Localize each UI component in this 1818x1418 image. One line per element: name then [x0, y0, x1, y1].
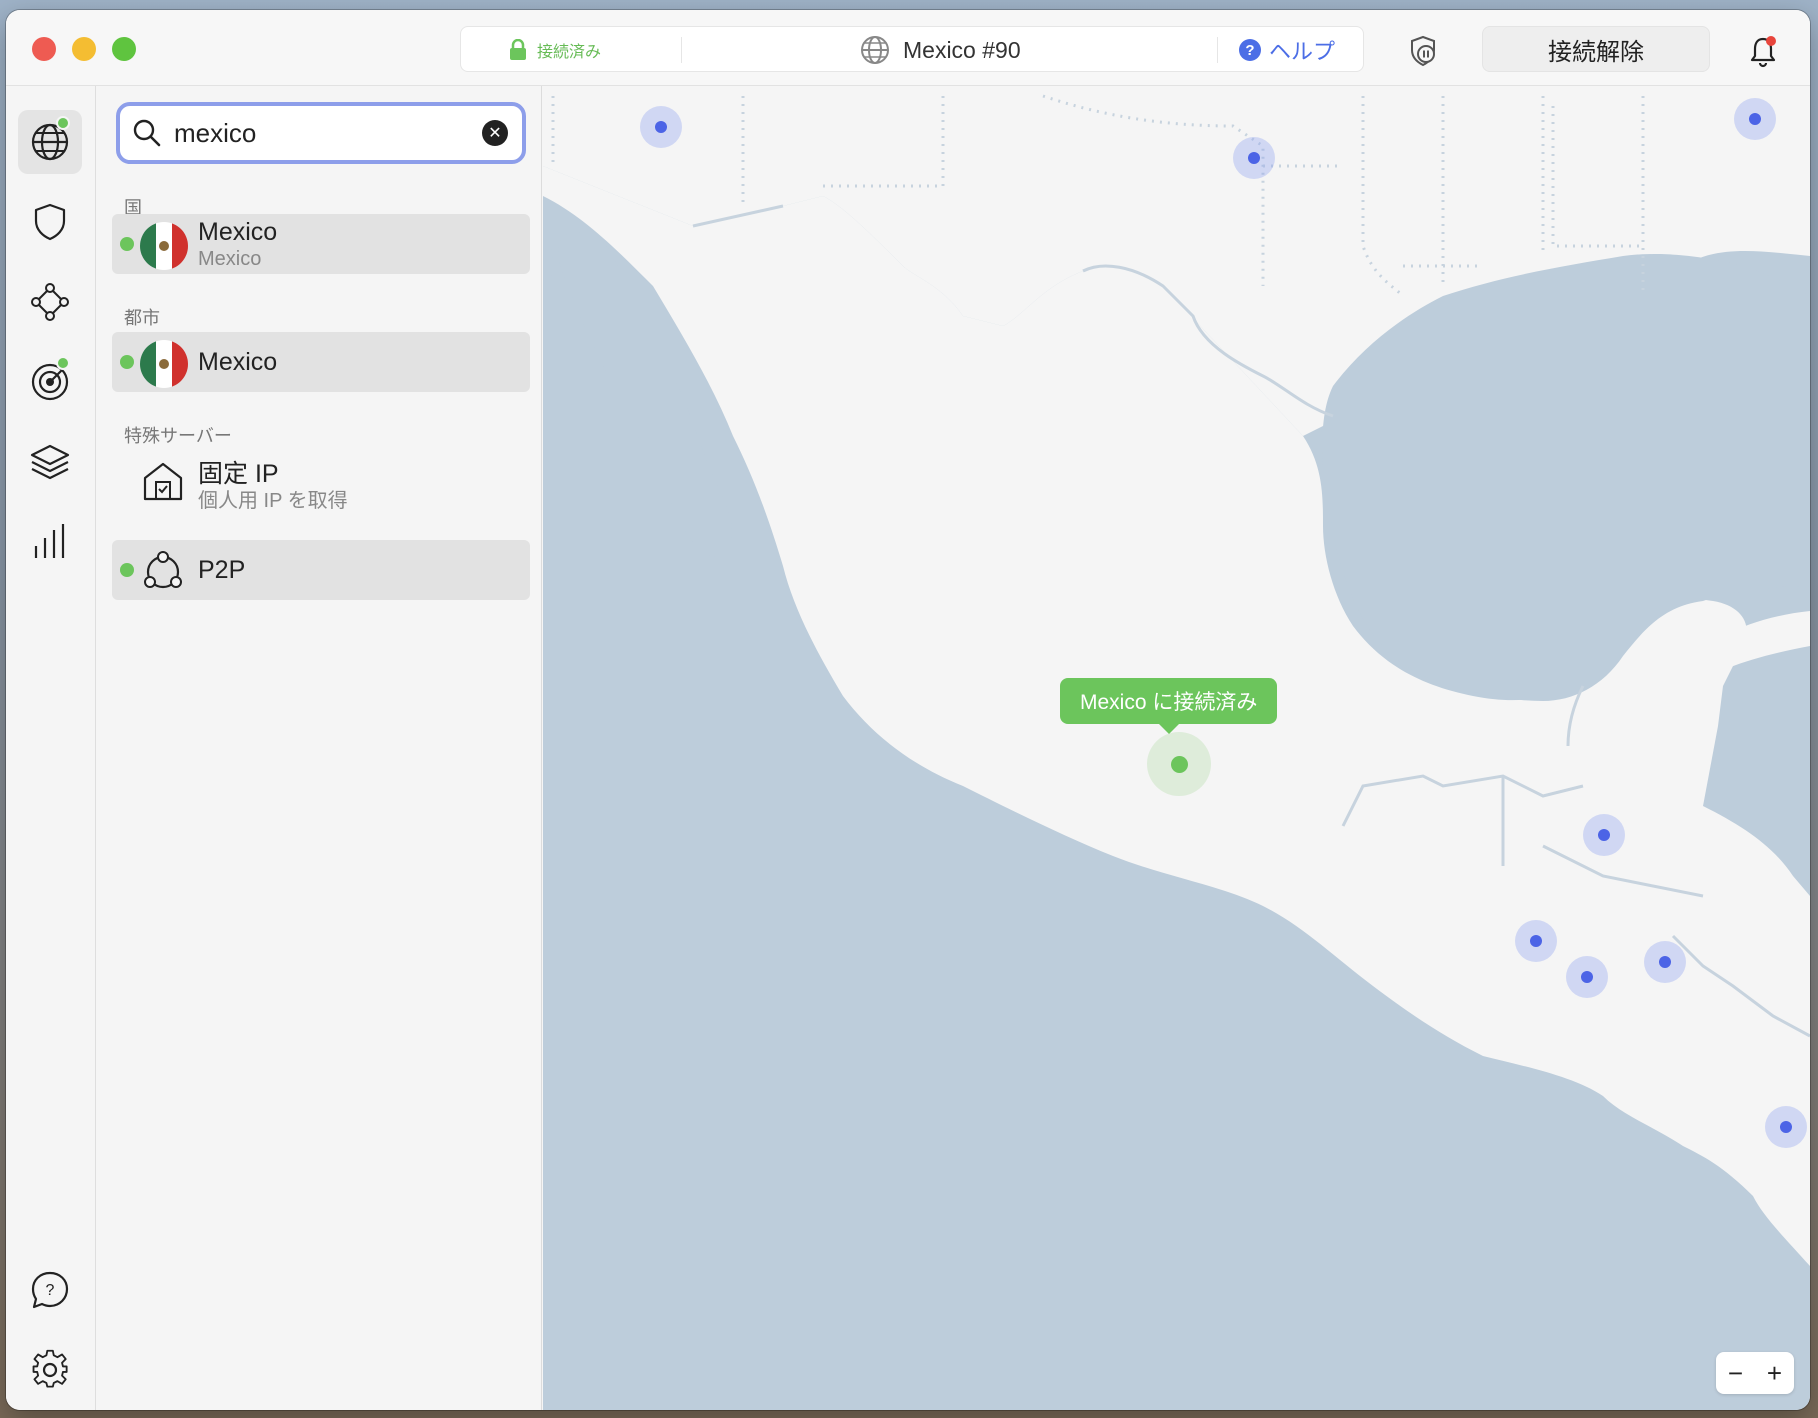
world-map[interactable]: Mexico に接続済み − + — [543, 86, 1810, 1410]
nav-meshnet[interactable] — [18, 270, 82, 334]
online-status-dot — [120, 237, 134, 251]
current-server[interactable]: Mexico #90 — [859, 27, 1021, 73]
country-subtitle: Mexico — [198, 248, 262, 270]
clear-search-icon[interactable]: ✕ — [482, 120, 508, 146]
lock-icon — [510, 39, 526, 60]
server-marker[interactable] — [1233, 137, 1275, 179]
online-status-dot — [120, 355, 134, 369]
globe-icon — [861, 36, 889, 64]
server-marker[interactable] — [1644, 941, 1686, 983]
server-marker[interactable] — [640, 106, 682, 148]
search-icon — [133, 119, 161, 147]
server-name-label: Mexico #90 — [903, 36, 1021, 63]
connection-status-bar: 接続済み Mexico #90 ? ヘルプ — [460, 26, 1364, 72]
server-list-panel: ✕ 国 Mexico Mexico 都市 — [96, 86, 542, 1410]
divider — [681, 37, 682, 63]
search-field[interactable]: ✕ — [116, 102, 526, 164]
country-row-mexico[interactable]: Mexico Mexico — [112, 214, 530, 274]
online-badge — [56, 356, 70, 370]
minimize-window-button[interactable] — [72, 37, 96, 61]
navigation-rail: ? — [6, 86, 96, 1410]
nav-support[interactable]: ? — [18, 1258, 82, 1322]
p2p-title: P2P — [198, 556, 246, 584]
section-city-label: 都市 — [124, 308, 160, 328]
mexico-flag-icon — [140, 222, 188, 270]
app-window: 接続済み Mexico #90 ? ヘルプ 接続解除 ? mexico ✕ 国 … — [6, 10, 1810, 1410]
zoom-in-button[interactable]: + — [1767, 1358, 1782, 1389]
connection-status: 接続済み — [509, 27, 601, 73]
mexico-flag-icon — [140, 340, 188, 388]
section-special-label: 特殊サーバー — [124, 426, 232, 446]
help-chat-icon: ? — [31, 1271, 69, 1309]
server-marker[interactable] — [1515, 920, 1557, 962]
nav-shield[interactable] — [18, 190, 82, 254]
city-row-mexico[interactable]: Mexico — [112, 332, 530, 392]
dedicated-ip-subtitle: 個人用 IP を取得 — [198, 490, 348, 512]
layers-icon — [30, 444, 70, 480]
p2p-row[interactable]: P2P — [112, 540, 530, 600]
bell-icon[interactable] — [1748, 34, 1778, 68]
help-circle-icon: ? — [1239, 39, 1261, 61]
nav-globe[interactable] — [18, 110, 82, 174]
zoom-window-button[interactable] — [112, 37, 136, 61]
nav-statistics[interactable] — [18, 510, 82, 574]
house-icon — [143, 462, 183, 501]
meshnet-icon — [31, 283, 69, 321]
title-bar: 接続済み Mexico #90 ? ヘルプ 接続解除 — [6, 10, 1810, 86]
server-marker[interactable] — [1583, 814, 1625, 856]
divider — [1217, 37, 1218, 63]
help-link[interactable]: ? ヘルプ — [1239, 27, 1335, 73]
help-label: ヘルプ — [1269, 39, 1336, 64]
city-title: Mexico — [198, 348, 278, 376]
p2p-icon — [144, 551, 182, 589]
server-marker[interactable] — [1566, 956, 1608, 998]
zoom-out-button[interactable]: − — [1728, 1358, 1743, 1389]
country-title: Mexico — [198, 218, 278, 246]
nav-settings[interactable] — [18, 1338, 82, 1402]
svg-text:?: ? — [46, 1282, 55, 1299]
gear-icon — [32, 1349, 68, 1388]
disconnect-button[interactable]: 接続解除 — [1482, 26, 1710, 72]
nav-layers[interactable] — [18, 430, 82, 494]
server-marker[interactable] — [1734, 98, 1776, 140]
connected-tooltip: Mexico に接続済み — [1060, 678, 1278, 734]
shield-icon — [34, 203, 66, 241]
server-marker[interactable] — [1765, 1106, 1807, 1148]
pause-shield-icon[interactable] — [1406, 34, 1440, 68]
online-badge — [56, 116, 70, 130]
connection-status-label: 接続済み — [537, 44, 602, 61]
close-window-button[interactable] — [32, 37, 56, 61]
dedicated-ip-row[interactable]: 固定 IP 個人用 IP を取得 — [112, 450, 530, 512]
zoom-controls: − + — [1716, 1352, 1794, 1394]
nav-threat-protection[interactable] — [18, 350, 82, 414]
search-input[interactable] — [174, 114, 474, 152]
online-status-dot — [120, 563, 134, 577]
bar-chart-icon — [34, 524, 65, 558]
connected-server-marker[interactable] — [1147, 732, 1211, 796]
